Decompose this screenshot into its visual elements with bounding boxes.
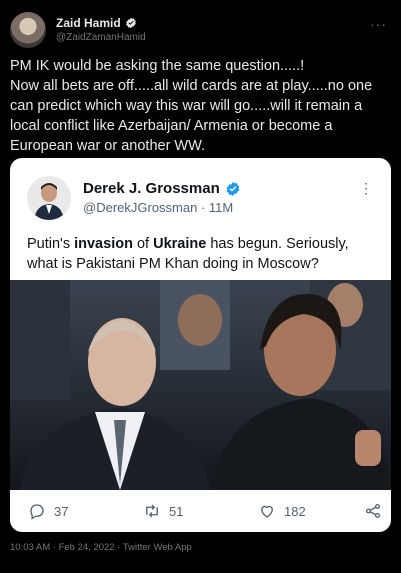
quoted-actions-bar: 37 51 182 bbox=[10, 498, 391, 526]
quoted-author-handle[interactable]: @DerekJGrossman · 11M bbox=[83, 200, 233, 215]
photo-image bbox=[10, 280, 391, 490]
reply-button[interactable]: 37 bbox=[28, 502, 68, 520]
heart-icon bbox=[261, 505, 273, 518]
author-handle[interactable]: @ZaidZamanHamid bbox=[56, 32, 146, 43]
quoted-tweet-photo[interactable] bbox=[10, 280, 391, 490]
author-avatar[interactable] bbox=[10, 12, 46, 48]
retweet-icon bbox=[146, 504, 158, 518]
tweet-header: Zaid Hamid @ZaidZamanHamid ··· bbox=[10, 10, 391, 50]
tweet-timestamp[interactable]: 10:03 AM · Feb 24, 2022 · Twitter Web Ap… bbox=[10, 542, 192, 553]
reply-count: 37 bbox=[54, 503, 69, 519]
quoted-verified-badge-icon bbox=[226, 181, 240, 196]
quoted-tweet-text: Putin's invasion of Ukraine has begun. S… bbox=[27, 234, 377, 274]
quoted-text-bold-invasion: invasion bbox=[74, 236, 133, 252]
quoted-avatar-portrait bbox=[27, 176, 71, 220]
tweet-text: PM IK would be asking the same question.… bbox=[10, 58, 373, 154]
quoted-text-bold-ukraine: Ukraine bbox=[153, 236, 207, 252]
reply-icon bbox=[30, 504, 44, 520]
like-button[interactable]: 182 bbox=[258, 502, 306, 520]
quoted-author-avatar[interactable] bbox=[27, 176, 71, 220]
retweet-button[interactable]: 51 bbox=[143, 502, 183, 520]
more-options-icon[interactable]: ··· bbox=[370, 16, 387, 32]
retweet-count: 51 bbox=[169, 503, 184, 519]
quoted-tweet-card[interactable]: Derek J. Grossman @DerekJGrossman · 11M … bbox=[10, 158, 391, 532]
share-icon bbox=[365, 503, 381, 519]
share-button[interactable] bbox=[364, 502, 382, 520]
author-name[interactable]: Zaid Hamid bbox=[56, 16, 121, 30]
quoted-more-options-icon[interactable]: ⋮ bbox=[359, 180, 373, 197]
quoted-text-part: of bbox=[132, 236, 154, 252]
quoted-author-name[interactable]: Derek J. Grossman bbox=[83, 180, 220, 197]
quoted-text-part: Putin's bbox=[27, 236, 75, 252]
like-count: 182 bbox=[284, 503, 306, 519]
verified-badge-icon bbox=[125, 17, 136, 29]
author-name-row: Zaid Hamid bbox=[56, 16, 137, 30]
quoted-name-row: Derek J. Grossman bbox=[83, 180, 241, 197]
